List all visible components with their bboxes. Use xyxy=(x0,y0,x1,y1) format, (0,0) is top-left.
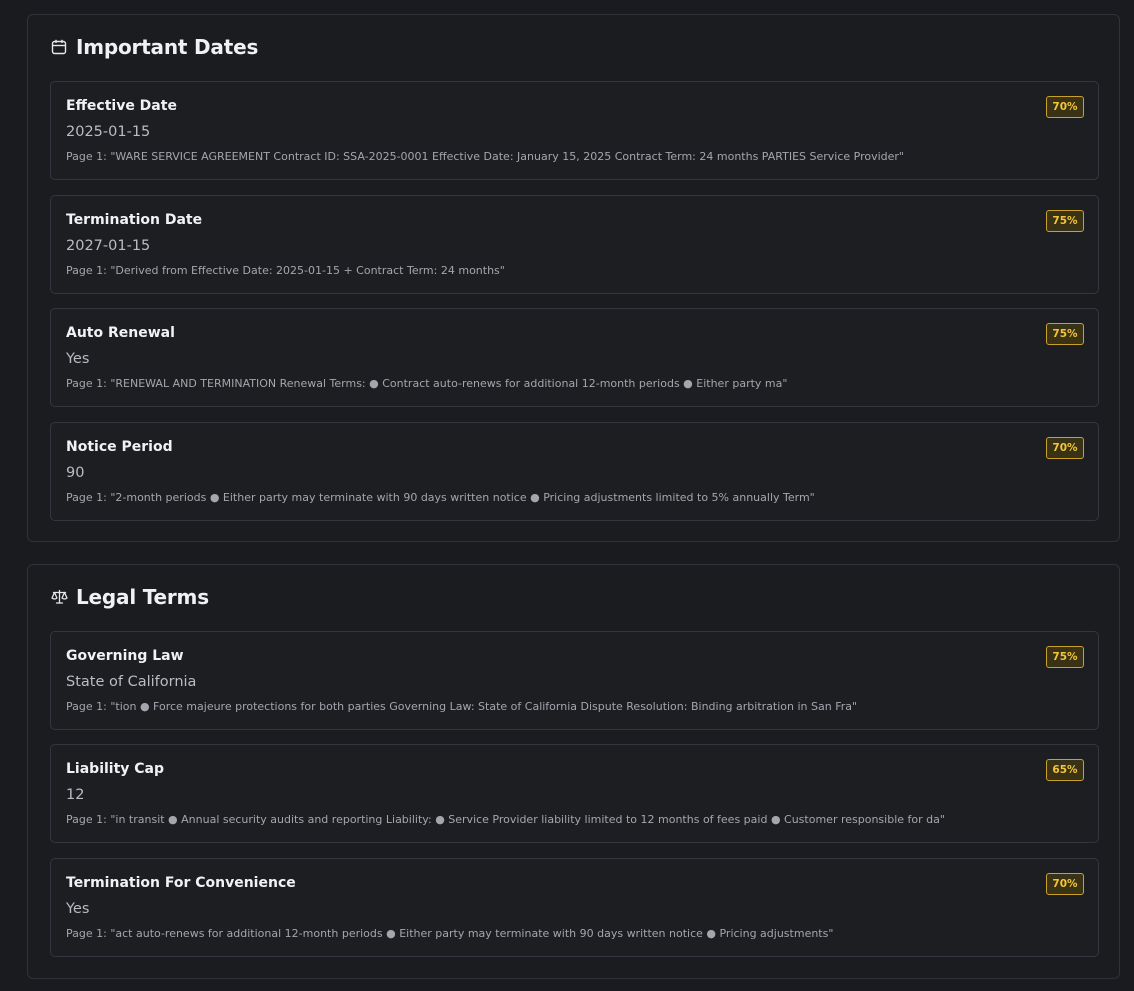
field-card-notice-period[interactable]: Notice Period 90 Page 1: "2-month period… xyxy=(50,422,1099,521)
scales-icon xyxy=(50,588,68,606)
section-header: Important Dates xyxy=(50,35,258,59)
field-source-snippet: Page 1: "in transit ● Annual security au… xyxy=(66,813,945,826)
field-title: Notice Period xyxy=(66,439,173,455)
calendar-icon xyxy=(50,38,68,56)
confidence-badge: 70% xyxy=(1046,437,1084,459)
important-dates-section: Important Dates Effective Date 2025-01-1… xyxy=(27,14,1120,542)
confidence-badge: 70% xyxy=(1046,873,1084,895)
section-title: Important Dates xyxy=(76,35,259,59)
field-source-snippet: Page 1: "2-month periods ● Either party … xyxy=(66,491,815,504)
field-source-snippet: Page 1: "WARE SERVICE AGREEMENT Contract… xyxy=(66,150,904,163)
section-title: Legal Terms xyxy=(76,585,209,609)
field-value: State of California xyxy=(66,674,197,690)
section-header: Legal Terms xyxy=(50,585,209,609)
field-card-termination-date[interactable]: Termination Date 2027-01-15 Page 1: "Der… xyxy=(50,195,1099,294)
field-source-snippet: Page 1: "tion ● Force majeure protection… xyxy=(66,700,858,713)
field-value: Yes xyxy=(66,901,90,917)
field-title: Liability Cap xyxy=(66,761,165,777)
field-card-liability-cap[interactable]: Liability Cap 12 Page 1: "in transit ● A… xyxy=(50,744,1099,843)
field-value: 12 xyxy=(66,787,85,803)
field-title: Governing Law xyxy=(66,648,184,664)
field-value: 90 xyxy=(66,465,85,481)
field-card-termination-for-convenience[interactable]: Termination For Convenience Yes Page 1: … xyxy=(50,858,1099,957)
field-card-effective-date[interactable]: Effective Date 2025-01-15 Page 1: "WARE … xyxy=(50,81,1099,180)
field-card-governing-law[interactable]: Governing Law State of California Page 1… xyxy=(50,631,1099,730)
field-title: Auto Renewal xyxy=(66,325,175,341)
confidence-badge: 75% xyxy=(1046,646,1084,668)
confidence-badge: 65% xyxy=(1046,759,1084,781)
field-source-snippet: Page 1: "Derived from Effective Date: 20… xyxy=(66,264,505,277)
field-source-snippet: Page 1: "RENEWAL AND TERMINATION Renewal… xyxy=(66,377,788,390)
field-value: 2027-01-15 xyxy=(66,238,151,254)
field-source-snippet: Page 1: "act auto-renews for additional … xyxy=(66,927,834,940)
field-title: Termination Date xyxy=(66,212,203,228)
confidence-badge: 75% xyxy=(1046,323,1084,345)
legal-terms-section: Legal Terms Governing Law State of Calif… xyxy=(27,564,1120,979)
confidence-badge: 70% xyxy=(1046,96,1084,118)
confidence-badge: 75% xyxy=(1046,210,1084,232)
field-title: Effective Date xyxy=(66,98,177,114)
field-value: Yes xyxy=(66,351,90,367)
field-card-auto-renewal[interactable]: Auto Renewal Yes Page 1: "RENEWAL AND TE… xyxy=(50,308,1099,407)
field-value: 2025-01-15 xyxy=(66,124,151,140)
field-title: Termination For Convenience xyxy=(66,875,296,891)
